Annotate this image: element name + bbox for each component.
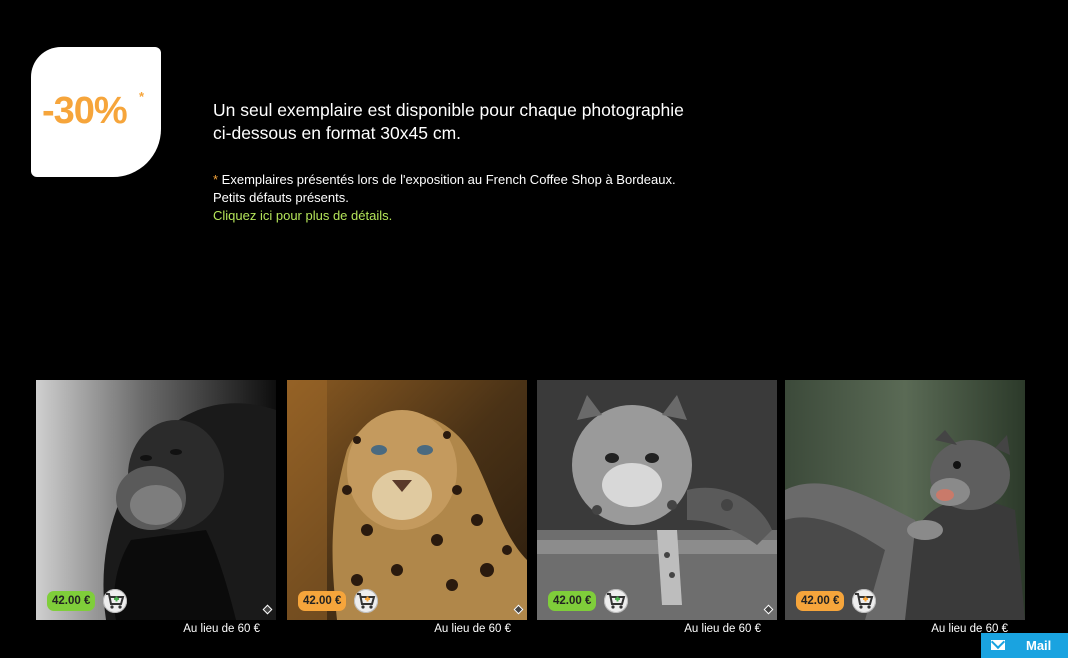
add-to-cart-button[interactable]	[852, 589, 876, 613]
cart-icon	[855, 593, 874, 609]
details-link[interactable]: Cliquez ici pour plus de détails.	[213, 208, 392, 223]
envelope-icon	[991, 640, 1005, 650]
notes-line-1-text: Exemplaires présentés lors de l'expositi…	[218, 172, 676, 187]
leopard-photo[interactable]	[287, 380, 527, 620]
cart-icon	[607, 593, 626, 609]
intro-line-1: Un seul exemplaire est disponible pour c…	[213, 100, 684, 120]
add-to-cart-button[interactable]	[604, 589, 628, 613]
original-price: Au lieu de 60 €	[684, 623, 761, 635]
mail-label: Mail	[1026, 638, 1052, 653]
product-card-clouded-leopard[interactable]: 42.00 €	[537, 380, 777, 620]
original-price: Au lieu de 60 €	[931, 623, 1008, 635]
orangutan-photo[interactable]	[36, 380, 276, 620]
binturong-photo[interactable]	[785, 380, 1025, 620]
price-tag: 42.00 €	[298, 591, 347, 611]
price-tag: 42.00 €	[548, 591, 597, 611]
discount-asterisk: *	[139, 89, 145, 104]
cart-icon	[106, 593, 125, 609]
product-card-binturong[interactable]: 42.00 €	[785, 380, 1025, 620]
original-price: Au lieu de 60 €	[434, 623, 511, 635]
notes-line-1: * Exemplaires présentés lors de l'exposi…	[213, 171, 773, 189]
add-to-cart-button[interactable]	[103, 589, 127, 613]
notes-block: * Exemplaires présentés lors de l'exposi…	[213, 171, 773, 225]
price-tag: 42.00 €	[796, 591, 845, 611]
notes-line-2: Petits défauts présents.	[213, 190, 349, 205]
discount-badge: -30% *	[31, 47, 161, 177]
original-price: Au lieu de 60 €	[183, 623, 260, 635]
add-to-cart-button[interactable]	[354, 589, 378, 613]
cart-icon	[357, 593, 376, 609]
product-card-orangutan[interactable]: 42.00 €	[36, 380, 276, 620]
intro-line-2: ci-dessous en format 30x45 cm.	[213, 123, 462, 143]
price-tag: 42.00 €	[47, 591, 96, 611]
mail-button[interactable]: Mail	[981, 633, 1068, 658]
clouded-leopard-photo[interactable]	[537, 380, 777, 620]
intro-text: Un seul exemplaire est disponible pour c…	[213, 99, 773, 145]
product-card-leopard[interactable]: 42.00 €	[287, 380, 527, 620]
discount-percent: -30%	[42, 90, 128, 132]
